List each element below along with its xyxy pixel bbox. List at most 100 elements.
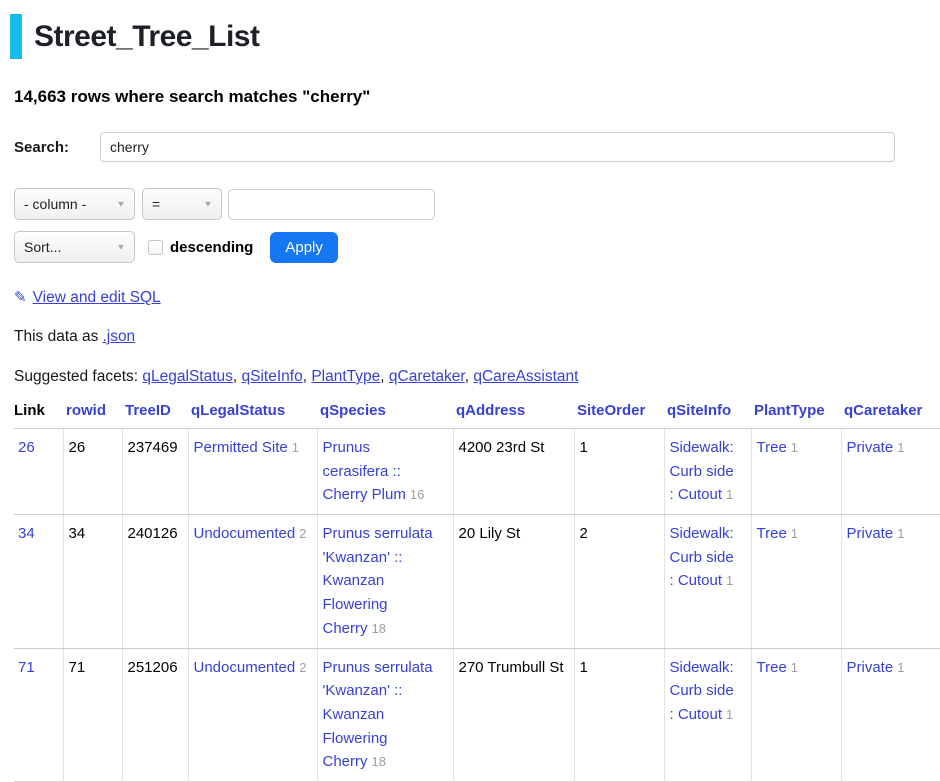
facets-prefix: Suggested facets: [14, 368, 138, 385]
facet-link-qcaretaker[interactable]: qCaretaker [389, 368, 465, 385]
site-info-link[interactable]: Sidewalk: Curb side : Cutout [670, 439, 734, 503]
view-edit-sql-link[interactable]: View and edit SQL [33, 289, 161, 306]
col-header-qsiteinfo-link[interactable]: qSiteInfo [667, 402, 731, 419]
facet-link-qsiteinfo[interactable]: qSiteInfo [242, 368, 303, 385]
cell-link: 26 [14, 429, 63, 515]
col-header-qcaretaker[interactable]: qCaretaker [841, 400, 940, 429]
facet-link-qlegalstatus[interactable]: qLegalStatus [142, 368, 233, 385]
facet-count: 18 [372, 621, 386, 636]
facet-count: 1 [897, 440, 904, 455]
col-header-qsiteinfo[interactable]: qSiteInfo [664, 400, 751, 429]
site-info-link[interactable]: Sidewalk: Curb side : Cutout [670, 659, 734, 723]
col-header-qlegalstatus[interactable]: qLegalStatus [188, 400, 317, 429]
col-header-rowid[interactable]: rowid [63, 400, 122, 429]
col-header-planttype[interactable]: PlantType [751, 400, 841, 429]
page-title: Street_Tree_List [10, 14, 940, 59]
cell-rowid: 71 [63, 648, 122, 781]
legal-status-link[interactable]: Undocumented [194, 525, 296, 542]
facets-line: Suggested facets: qLegalStatus, qSiteInf… [14, 368, 940, 386]
table-header-row: Link rowid TreeID qLegalStatus qSpecies … [14, 400, 940, 429]
col-header-qaddress-link[interactable]: qAddress [456, 402, 525, 419]
cell-qspecies: Prunus serrulata 'Kwanzan' :: Kwanzan Fl… [317, 648, 453, 781]
cell-treeid: 237469 [122, 429, 188, 515]
descending-text[interactable]: descending [170, 239, 253, 256]
col-header-treeid[interactable]: TreeID [122, 400, 188, 429]
cell-rowid: 34 [63, 515, 122, 648]
col-header-qlegalstatus-link[interactable]: qLegalStatus [191, 402, 285, 419]
rows-table: Link rowid TreeID qLegalStatus qSpecies … [14, 400, 940, 782]
facet-link-planttype[interactable]: PlantType [311, 368, 380, 385]
page-header: Street_Tree_List [14, 14, 940, 59]
descending-checkbox[interactable] [148, 240, 163, 255]
pencil-icon: ✎ [14, 289, 27, 306]
data-as-line: This data as.json [14, 328, 940, 346]
cell-planttype: Tree1 [751, 515, 841, 648]
cell-qaddress: 270 Trumbull St [453, 648, 574, 781]
cell-qspecies: Prunus serrulata 'Kwanzan' :: Kwanzan Fl… [317, 515, 453, 648]
facet-count: 2 [299, 526, 306, 541]
plant-type-link[interactable]: Tree [757, 525, 787, 542]
caretaker-link[interactable]: Private [847, 525, 894, 542]
cell-qspecies: Prunus cerasifera :: Cherry Plum16 [317, 429, 453, 515]
facet-count: 16 [410, 487, 424, 502]
filter-value-input[interactable] [228, 189, 435, 220]
edit-sql-line: ✎ View and edit SQL [14, 288, 940, 307]
species-link[interactable]: Prunus cerasifera :: Cherry Plum [323, 439, 406, 503]
plant-type-link[interactable]: Tree [757, 439, 787, 456]
cell-qsiteinfo: Sidewalk: Curb side : Cutout1 [664, 648, 751, 781]
col-header-treeid-link[interactable]: TreeID [125, 402, 171, 419]
cell-qsiteinfo: Sidewalk: Curb side : Cutout1 [664, 515, 751, 648]
cell-link: 34 [14, 515, 63, 648]
caretaker-link[interactable]: Private [847, 439, 894, 456]
facet-separator: , [233, 368, 242, 385]
col-header-qcaretaker-link[interactable]: qCaretaker [844, 402, 922, 419]
row-count-summary: 14,663 rows where search matches "cherry… [14, 87, 940, 107]
column-select[interactable]: - column - [14, 188, 135, 220]
search-input[interactable] [100, 132, 895, 162]
col-header-qspecies-link[interactable]: qSpecies [320, 402, 386, 419]
table-row: 26 26 237469 Permitted Site1 Prunus cera… [14, 429, 940, 515]
json-link[interactable]: .json [102, 328, 135, 345]
legal-status-link[interactable]: Permitted Site [194, 439, 288, 456]
sort-select-wrap: Sort... [14, 231, 135, 263]
col-header-siteorder-link[interactable]: SiteOrder [577, 402, 645, 419]
row-link[interactable]: 26 [18, 439, 35, 456]
facet-count: 18 [372, 754, 386, 769]
site-info-link[interactable]: Sidewalk: Curb side : Cutout [670, 525, 734, 589]
descending-label[interactable]: descending [148, 239, 253, 256]
cell-qcaretaker: Private1 [841, 429, 940, 515]
col-header-rowid-link[interactable]: rowid [66, 402, 106, 419]
plant-type-link[interactable]: Tree [757, 659, 787, 676]
table-row: 34 34 240126 Undocumented2 Prunus serrul… [14, 515, 940, 648]
row-link[interactable]: 34 [18, 525, 35, 542]
facet-link-qcareassistant[interactable]: qCareAssistant [473, 368, 578, 385]
facet-count: 1 [726, 487, 733, 502]
col-header-planttype-link[interactable]: PlantType [754, 402, 825, 419]
facet-count: 1 [897, 526, 904, 541]
facet-count: 1 [791, 440, 798, 455]
facet-count: 2 [299, 660, 306, 675]
col-header-siteorder[interactable]: SiteOrder [574, 400, 664, 429]
filter-row: - column - = [14, 188, 940, 220]
apply-button[interactable]: Apply [270, 232, 338, 263]
cell-qaddress: 4200 23rd St [453, 429, 574, 515]
row-link[interactable]: 71 [18, 659, 35, 676]
cell-treeid: 240126 [122, 515, 188, 648]
facet-count: 1 [726, 707, 733, 722]
cell-qlegalstatus: Permitted Site1 [188, 429, 317, 515]
caretaker-link[interactable]: Private [847, 659, 894, 676]
search-row: Search: [14, 132, 940, 162]
cell-qlegalstatus: Undocumented2 [188, 515, 317, 648]
operator-select[interactable]: = [142, 188, 222, 220]
sort-select[interactable]: Sort... [14, 231, 135, 263]
facet-count: 1 [726, 573, 733, 588]
cell-siteorder: 1 [574, 429, 664, 515]
cell-link: 71 [14, 648, 63, 781]
legal-status-link[interactable]: Undocumented [194, 659, 296, 676]
cell-siteorder: 1 [574, 648, 664, 781]
col-header-qaddress[interactable]: qAddress [453, 400, 574, 429]
col-header-link: Link [14, 400, 63, 429]
cell-qcaretaker: Private1 [841, 515, 940, 648]
cell-qcaretaker: Private1 [841, 648, 940, 781]
col-header-qspecies[interactable]: qSpecies [317, 400, 453, 429]
